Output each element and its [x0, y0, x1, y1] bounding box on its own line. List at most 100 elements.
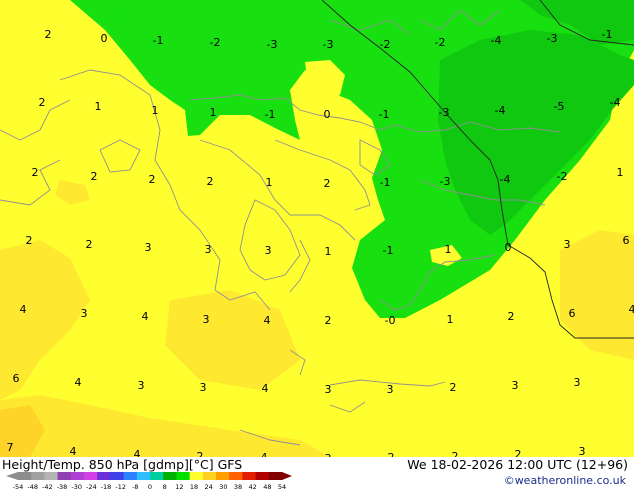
map-footer: Height/Temp. 850 hPa [gdmp][°C] GFS We 1…: [0, 457, 634, 490]
contour-label: 3: [205, 243, 212, 256]
contour-label: 0: [505, 241, 512, 254]
map-title: Height/Temp. 850 hPa [gdmp][°C] GFS: [2, 457, 243, 472]
contour-label: -3: [439, 106, 450, 119]
colorbar-swatch: [242, 472, 257, 480]
contour-label: 1: [152, 104, 159, 117]
contour-label: 3: [203, 313, 210, 326]
colorbar-swatch: [150, 472, 164, 480]
colorbar-swatch: [255, 472, 270, 480]
contour-label: 3: [265, 244, 272, 257]
colorbar-tick-label: 0: [148, 483, 152, 490]
contour-label: 2: [515, 448, 522, 457]
colorbar-swatch: [229, 472, 243, 480]
contour-label: 3: [387, 383, 394, 396]
colorbar-arrow-right: [282, 472, 292, 480]
contour-label: 2: [452, 450, 459, 457]
contour-label: -5: [554, 100, 565, 113]
colorbar-swatch: [44, 472, 59, 480]
colorbar-tick-label: 8: [163, 483, 167, 490]
colorbar-swatch: [176, 472, 191, 480]
colorbar-tick-label: -30: [71, 483, 82, 490]
colorbar-tick-label: 54: [278, 483, 286, 490]
colorbar-swatch: [202, 472, 217, 480]
colorbar-swatch: [97, 472, 111, 480]
contour-label: 2: [325, 314, 332, 327]
colorbar-tick-label: -8: [132, 483, 138, 490]
colorbar-tick-label: -38: [57, 483, 68, 490]
contour-label: 7: [7, 441, 14, 454]
colorbar-swatch: [70, 472, 85, 480]
contour-label: -2: [435, 36, 446, 49]
colorbar-tick-label: -48: [27, 483, 38, 490]
contour-label: -1: [265, 108, 276, 121]
contour-label: 0: [324, 108, 331, 121]
colorbar-swatch: [136, 472, 151, 480]
contour-label: 2: [45, 28, 52, 41]
forecast-datetime: We 18-02-2026 12:00 UTC (12+96): [407, 457, 628, 472]
colorbar-tick-label: 18: [190, 483, 198, 490]
colorbar-tick-label: 38: [234, 483, 242, 490]
contour-label: 3: [325, 383, 332, 396]
contour-label: 1: [325, 245, 332, 258]
contour-label: -1: [379, 108, 390, 121]
contour-label: 4: [262, 382, 269, 395]
contour-label: 2: [207, 175, 214, 188]
contour-label: 4: [264, 314, 271, 327]
colorbar-arrow-left: [6, 472, 18, 480]
colorbar-swatch: [216, 472, 230, 480]
contour-label: -1: [602, 28, 613, 41]
contour-label: 2: [91, 170, 98, 183]
colorbar-tick-label: 30: [219, 483, 227, 490]
colorbar-tick-label: -24: [86, 483, 97, 490]
colorbar-tick-label: 12: [175, 483, 183, 490]
colorbar-swatch: [123, 472, 138, 480]
contour-label: 3: [145, 241, 152, 254]
colorbar-swatch: [18, 472, 32, 480]
contour-label: 3: [81, 307, 88, 320]
contour-label: 3: [200, 381, 207, 394]
colorbar-tick-label: 42: [249, 483, 257, 490]
contour-label: 6: [623, 234, 630, 247]
contour-label: 2: [197, 450, 204, 457]
contour-label: -2: [557, 170, 568, 183]
contour-label: 4: [134, 448, 141, 457]
colorbar-swatch: [268, 472, 283, 480]
contour-label: -4: [500, 173, 511, 186]
contour-label: 2: [32, 166, 39, 179]
contour-label: -3: [267, 38, 278, 51]
contour-label: 4: [142, 310, 149, 323]
contour-label: 1: [266, 176, 273, 189]
contour-label: 3: [574, 376, 581, 389]
contour-label: -1: [153, 34, 164, 47]
map-canvas: 2 0 -1 -2 -3 -3 -2 -2 -4 -3 -1 2 1 1 1 -1 0 -1 -3 -4 -5 -4 2 2 2…: [0, 0, 634, 457]
contour-label: 2: [39, 96, 46, 109]
contour-label: -4: [610, 96, 621, 109]
contour-label: 0: [101, 32, 108, 45]
contour-label: 1: [447, 313, 454, 326]
colorbar-swatch: [84, 472, 98, 480]
contour-label: 4: [20, 303, 27, 316]
contour-label: 3: [512, 379, 519, 392]
contour-label: 2: [26, 234, 33, 247]
credit-link[interactable]: ©weatheronline.co.uk: [504, 474, 626, 487]
contour-label: -2: [210, 36, 221, 49]
contour-label: 6: [569, 307, 576, 320]
colorbar-tick-label: 24: [205, 483, 213, 490]
contour-label: 3: [579, 445, 586, 457]
colorbar-tick-label: -54: [13, 483, 24, 490]
contour-label: 2: [508, 310, 515, 323]
contour-label: -0: [385, 314, 396, 327]
contour-label: 1: [445, 243, 452, 256]
contour-label: -2: [380, 38, 391, 51]
contour-label: 2: [86, 238, 93, 251]
contour-label: 1: [210, 106, 217, 119]
weather-map: 2 0 -1 -2 -3 -3 -2 -2 -4 -3 -1 2 1 1 1 -1 0 -1 -3 -4 -5 -4 2 2 2…: [0, 0, 634, 457]
colorbar-tick-label: -42: [42, 483, 53, 490]
contour-label: 1: [95, 100, 102, 113]
contour-label: -1: [380, 176, 391, 189]
contour-label: 6: [13, 372, 20, 385]
colorbar-tick-label: -12: [115, 483, 126, 490]
contour-label: -4: [491, 34, 502, 47]
contour-label: 2: [324, 177, 331, 190]
colorbar-swatch: [189, 472, 204, 480]
